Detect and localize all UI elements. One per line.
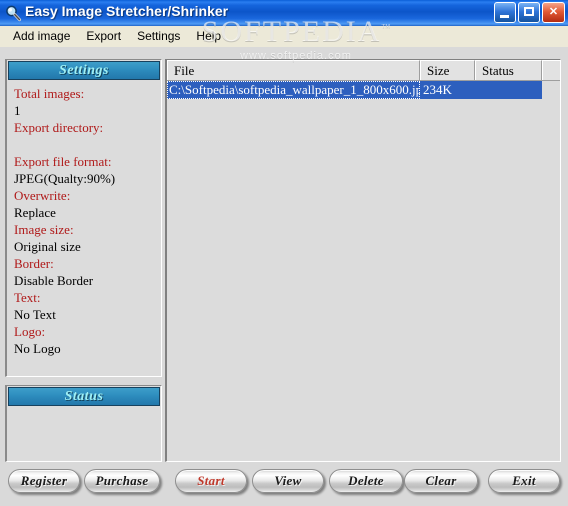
- close-icon: ✕: [548, 6, 559, 18]
- status-panel-header: Status: [8, 387, 160, 406]
- menu-bar: Add image Export Settings Help: [0, 26, 568, 47]
- file-list-empty-area[interactable]: [167, 99, 560, 461]
- setting-label-export-file-format: Export file format:: [14, 154, 112, 169]
- setting-label-overwrite: Overwrite:: [14, 188, 71, 203]
- clear-button[interactable]: Clear: [404, 469, 478, 493]
- setting-value-border: Disable Border: [14, 273, 94, 288]
- table-row[interactable]: C:\Softpedia\softpedia_wallpaper_1_800x6…: [167, 81, 560, 99]
- client-area: Settings Total images: 1 Export director…: [0, 47, 568, 506]
- setting-value-export-file-format: JPEG(Qualty:90%): [14, 171, 116, 186]
- exit-button[interactable]: Exit: [488, 469, 560, 493]
- settings-panel-header: Settings: [8, 61, 160, 80]
- status-panel: Status: [5, 385, 162, 462]
- purchase-button[interactable]: Purchase: [84, 469, 160, 493]
- menu-item-export[interactable]: Export: [79, 27, 130, 45]
- menu-item-add-image[interactable]: Add image: [6, 27, 79, 45]
- window-controls: ✕: [494, 2, 565, 23]
- menu-item-help[interactable]: Help: [189, 27, 230, 45]
- cell-size[interactable]: 234K: [420, 81, 475, 99]
- setting-value-image-size: Original size: [14, 239, 81, 254]
- column-header-status[interactable]: Status: [475, 60, 542, 80]
- cell-extra[interactable]: [542, 81, 560, 99]
- column-header-size[interactable]: Size: [420, 60, 475, 80]
- setting-value-overwrite: Replace: [14, 205, 56, 220]
- start-button[interactable]: Start: [175, 469, 247, 493]
- view-button[interactable]: View: [252, 469, 324, 493]
- setting-value-logo: No Logo: [14, 341, 61, 356]
- window-title: Easy Image Stretcher/Shrinker: [25, 3, 229, 19]
- title-bar: Easy Image Stretcher/Shrinker ✕: [0, 0, 568, 26]
- maximize-button[interactable]: [518, 2, 540, 23]
- column-header-extra[interactable]: [542, 60, 560, 80]
- magnifier-icon: [4, 4, 22, 22]
- minimize-icon: [500, 15, 509, 18]
- settings-list: Total images: 1 Export directory: Export…: [7, 81, 161, 361]
- file-list-panel[interactable]: File Size Status C:\Softpedia\softpedia_…: [165, 59, 561, 462]
- maximize-icon: [524, 7, 534, 16]
- application-window: Easy Image Stretcher/Shrinker ✕ Add imag…: [0, 0, 568, 506]
- close-button[interactable]: ✕: [542, 2, 565, 23]
- button-bar: Register Purchase Start View Delete Clea…: [0, 464, 568, 506]
- status-panel-body: [7, 407, 161, 461]
- setting-label-border: Border:: [14, 256, 54, 271]
- register-button[interactable]: Register: [8, 469, 80, 493]
- setting-label-logo: Logo:: [14, 324, 46, 339]
- settings-panel-title: Settings: [59, 62, 109, 78]
- setting-label-total-images: Total images:: [14, 86, 85, 101]
- menu-item-settings[interactable]: Settings: [130, 27, 189, 45]
- setting-label-export-directory: Export directory:: [14, 120, 104, 135]
- setting-value-total-images: 1: [14, 103, 21, 118]
- setting-label-image-size: Image size:: [14, 222, 74, 237]
- status-panel-title: Status: [64, 388, 104, 404]
- settings-panel: Settings Total images: 1 Export director…: [5, 59, 162, 377]
- setting-value-export-directory: [14, 136, 161, 153]
- minimize-button[interactable]: [494, 2, 516, 23]
- setting-label-text: Text:: [14, 290, 41, 305]
- left-column: Settings Total images: 1 Export director…: [5, 59, 162, 462]
- cell-file[interactable]: C:\Softpedia\softpedia_wallpaper_1_800x6…: [167, 81, 420, 99]
- setting-value-text: No Text: [14, 307, 56, 322]
- delete-button[interactable]: Delete: [329, 469, 403, 493]
- file-list-header: File Size Status: [167, 60, 560, 81]
- column-header-file[interactable]: File: [167, 60, 420, 80]
- cell-status[interactable]: [475, 81, 542, 99]
